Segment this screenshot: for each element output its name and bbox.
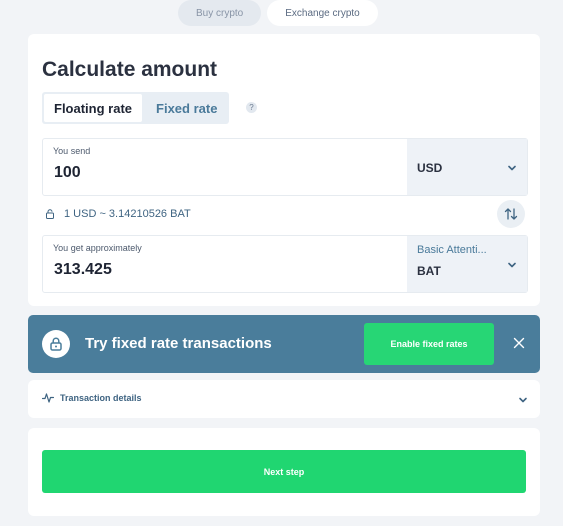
promo-text: Try fixed rate transactions bbox=[85, 335, 272, 352]
next-step-button[interactable]: Next step bbox=[42, 450, 526, 493]
send-currency-select[interactable]: USD bbox=[407, 139, 527, 195]
fixed-rate-button[interactable]: Fixed rate bbox=[146, 94, 227, 122]
close-icon[interactable] bbox=[513, 337, 525, 349]
receive-currency-code: BAT bbox=[417, 264, 441, 278]
chevron-down-icon bbox=[508, 262, 516, 268]
fixed-rate-promo-banner: Try fixed rate transactions Enable fixed… bbox=[28, 315, 540, 373]
page-title: Calculate amount bbox=[42, 58, 218, 81]
receive-field: You get approximately 313.425 Basic Atte… bbox=[42, 235, 528, 293]
send-amount-area[interactable]: You send 100 bbox=[43, 139, 407, 195]
receive-label: You get approximately bbox=[53, 243, 142, 253]
receive-currency-select[interactable]: Basic Attenti... BAT bbox=[407, 236, 527, 292]
swap-currencies-button[interactable] bbox=[497, 200, 525, 228]
lock-icon bbox=[46, 209, 54, 219]
send-field: You send 100 USD bbox=[42, 138, 528, 196]
help-icon[interactable]: ? bbox=[246, 102, 257, 113]
tab-exchange-crypto[interactable]: Exchange crypto bbox=[267, 0, 378, 26]
swap-arrows-icon bbox=[504, 208, 518, 220]
transaction-details-label: Transaction details bbox=[60, 393, 142, 403]
chevron-down-icon bbox=[508, 165, 516, 171]
tab-buy-crypto[interactable]: Buy crypto bbox=[178, 0, 262, 26]
chevron-down-icon bbox=[519, 397, 527, 403]
enable-fixed-rates-button[interactable]: Enable fixed rates bbox=[364, 323, 494, 365]
send-amount-input[interactable]: 100 bbox=[54, 164, 81, 182]
exchange-rate-text: 1 USD ~ 3.14210526 BAT bbox=[64, 208, 191, 220]
floating-rate-button[interactable]: Floating rate bbox=[44, 94, 143, 122]
transaction-details-toggle[interactable]: Transaction details bbox=[28, 380, 540, 418]
mode-tabs: Buy crypto Exchange crypto bbox=[178, 0, 378, 28]
next-step-card: Next step bbox=[28, 428, 540, 516]
calculator-card: Calculate amount Floating rate Fixed rat… bbox=[28, 34, 540, 306]
send-label: You send bbox=[53, 146, 91, 156]
receive-currency-name: Basic Attenti... bbox=[417, 244, 487, 256]
rate-mode-switch: Floating rate Fixed rate bbox=[42, 92, 230, 124]
receive-amount-area: You get approximately 313.425 bbox=[43, 236, 407, 292]
transaction-details-header: Transaction details bbox=[42, 393, 142, 403]
send-currency-code: USD bbox=[417, 161, 443, 175]
lock-icon bbox=[42, 330, 70, 358]
exchange-rate-line: 1 USD ~ 3.14210526 BAT bbox=[46, 208, 191, 220]
activity-icon bbox=[42, 393, 54, 403]
receive-amount-value: 313.425 bbox=[54, 261, 112, 278]
